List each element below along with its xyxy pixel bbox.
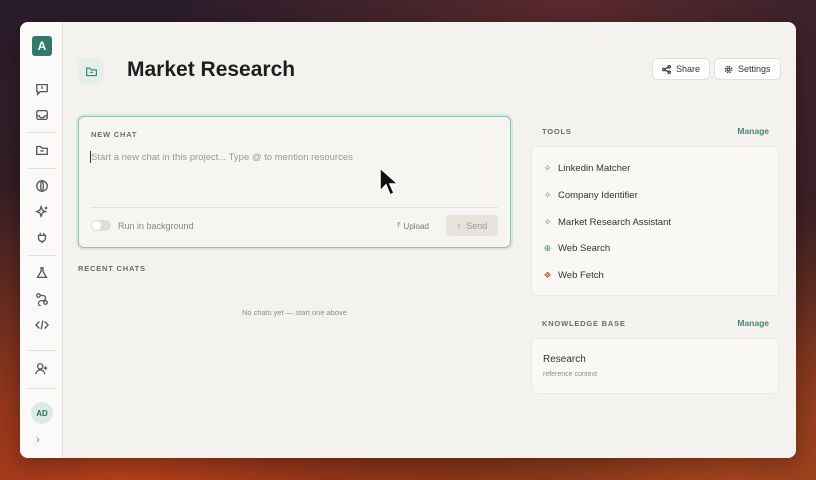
tool-item-web-fetch[interactable]: ❖ Web Fetch	[543, 270, 604, 281]
route-icon[interactable]	[33, 290, 51, 308]
tool-label: Market Research Assistant	[558, 217, 671, 228]
app-window: A AD › Market Research Share Settings NE…	[20, 22, 796, 458]
run-in-background-toggle[interactable]	[91, 220, 111, 231]
knowledge-item[interactable]: Research reference context	[531, 338, 779, 394]
inbox-icon[interactable]	[33, 106, 51, 124]
arrow-up-icon: ↑	[456, 220, 462, 231]
settings-button[interactable]: Settings	[714, 58, 781, 80]
app-logo[interactable]: A	[32, 36, 52, 56]
rail-divider	[28, 388, 56, 389]
sparkle-icon: ✧	[543, 163, 552, 173]
sparkle-icon[interactable]	[33, 203, 51, 221]
share-button[interactable]: Share	[652, 58, 711, 80]
tools-label: TOOLS	[542, 127, 572, 136]
project-folder-icon	[78, 58, 104, 84]
new-chat-box[interactable]: NEW CHAT Start a new chat in this projec…	[78, 116, 511, 248]
chat-icon[interactable]	[33, 80, 51, 98]
send-button[interactable]: ↑ Send	[446, 215, 498, 236]
knowledge-item-title: Research	[543, 354, 586, 365]
tool-label: Company Identifier	[558, 190, 638, 201]
new-chat-label: NEW CHAT	[91, 130, 138, 139]
tool-label: Web Fetch	[558, 270, 604, 281]
knowledge-base-label: KNOWLEDGE BASE	[542, 319, 626, 328]
knowledge-item-subtitle: reference context	[543, 371, 598, 378]
rail-divider	[28, 255, 56, 256]
rail-divider	[28, 168, 56, 169]
sparkle-icon: ✧	[543, 190, 552, 200]
new-chat-input[interactable]: Start a new chat in this project... Type…	[91, 152, 353, 163]
tools-manage-link[interactable]: Manage	[737, 126, 769, 136]
tool-item-linkedin-matcher[interactable]: ✧ Linkedin Matcher	[543, 163, 631, 174]
share-icon	[662, 64, 671, 74]
add-user-icon[interactable]	[33, 360, 51, 378]
knowledge-manage-link[interactable]: Manage	[737, 318, 769, 328]
tool-item-market-research-assistant[interactable]: ✧ Market Research Assistant	[543, 217, 671, 228]
upload-icon: ⤒	[397, 221, 401, 230]
avatar[interactable]: AD	[31, 402, 53, 424]
flask-icon[interactable]	[33, 264, 51, 282]
fetch-icon: ❖	[543, 270, 552, 280]
folder-icon[interactable]	[33, 141, 51, 159]
mouse-cursor-icon	[379, 167, 399, 197]
left-rail: A AD ›	[20, 22, 63, 458]
tool-label: Web Search	[558, 243, 611, 254]
sparkle-icon: ✧	[543, 217, 552, 227]
plug-icon[interactable]	[33, 229, 51, 247]
code-icon[interactable]	[33, 316, 51, 334]
page-title: Market Research	[127, 58, 296, 81]
rail-divider	[28, 350, 56, 351]
rail-divider	[28, 132, 56, 133]
globe-icon[interactable]	[33, 177, 51, 195]
expand-sidebar-icon[interactable]: ›	[36, 434, 40, 446]
upload-button[interactable]: ⤒ Upload	[397, 221, 429, 231]
upload-label: Upload	[403, 221, 429, 231]
tool-label: Linkedin Matcher	[558, 163, 631, 174]
run-in-background-label: Run in background	[118, 221, 194, 231]
globe-icon: ⊕	[543, 243, 552, 253]
share-label: Share	[676, 64, 701, 74]
tool-item-web-search[interactable]: ⊕ Web Search	[543, 243, 610, 254]
recent-chats-label: RECENT CHATS	[78, 264, 146, 273]
gear-icon	[724, 65, 733, 73]
send-label: Send	[466, 220, 488, 231]
settings-label: Settings	[738, 64, 771, 74]
chatbox-divider	[91, 207, 498, 208]
tool-item-company-identifier[interactable]: ✧ Company Identifier	[543, 190, 638, 201]
recent-chats-empty: No chats yet — start one above	[241, 308, 348, 317]
tools-list: ✧ Linkedin Matcher ✧ Company Identifier …	[531, 146, 779, 296]
